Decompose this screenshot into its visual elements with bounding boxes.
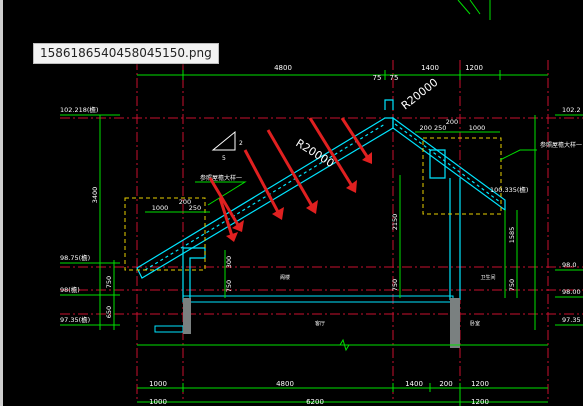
vdim-mid-b: 750 — [225, 280, 233, 292]
dim-bottom-1200: 1200 — [471, 380, 489, 388]
filename-tooltip: 1586186540458045150.png — [33, 43, 219, 64]
room-upper-right: 卫生间 — [480, 274, 495, 281]
note-left: 参照屋檐大样一 — [200, 174, 242, 182]
dim-bottom2-1200: 1200 — [471, 398, 489, 406]
level-left-3: 98(檐) — [60, 285, 80, 294]
dim-top-75b: 75 — [390, 74, 399, 82]
dim-right-sub-200-250: 200 250 — [420, 124, 447, 132]
dim-top-1200: 1200 — [465, 64, 483, 72]
dim-right-sub-1000: 1000 — [469, 124, 486, 132]
dim-bottom-1400: 1400 — [405, 380, 423, 388]
slope-rise: 2 — [239, 140, 243, 147]
note-right: 参照屋檐大样一 — [540, 141, 582, 149]
level-right-3: 98.00 — [562, 288, 581, 296]
dim-left-sub-1000: 1000 — [152, 204, 169, 212]
dim-bottom2-1000: 1000 — [149, 398, 167, 406]
vdim-left-a: 750 — [105, 276, 113, 288]
vdim-mid-a: 300 — [225, 256, 233, 268]
top-right-fragment — [457, 0, 491, 20]
dim-top-4800: 4800 — [274, 64, 292, 72]
top-dimension — [137, 70, 548, 80]
level-left-4: 97.35(檐) — [60, 315, 90, 324]
room-upper-left: 阁楼 — [280, 274, 290, 281]
level-left-2: 98.75(檐) — [60, 253, 90, 262]
vdim-center-b: 750 — [391, 279, 399, 291]
room-lower-mid: 客厅 — [315, 320, 325, 327]
slope-symbol — [211, 130, 236, 151]
dim-left-sub-250: 250 — [189, 204, 201, 212]
dim-bottom2-6200: 6200 — [306, 398, 324, 406]
room-lower-right: 卧室 — [470, 320, 480, 327]
vdim-left-total: 3400 — [91, 187, 99, 204]
cad-viewport[interactable]: 4800 75 75 1400 1200 1000 4800 1400 200 … — [0, 0, 583, 406]
dim-bottom-1000: 1000 — [149, 380, 167, 388]
slope-run: 5 — [222, 155, 226, 162]
level-marks-left — [60, 114, 120, 330]
level-right-4: 97.35 — [562, 316, 581, 324]
dim-bottom-4800: 4800 — [276, 380, 294, 388]
dim-top-75a: 75 — [373, 74, 382, 82]
vdim-center-a: 2150 — [391, 214, 399, 231]
slope-label-right: R20000 — [399, 76, 441, 112]
dim-top-1400: 1400 — [421, 64, 439, 72]
level-right-2: 98.0 — [562, 261, 576, 269]
vdim-left-b: 650 — [105, 306, 113, 318]
dim-bottom-200: 200 — [439, 380, 452, 388]
vdim-right-b: 750 — [508, 279, 516, 291]
level-right-1: 102.2 — [562, 106, 581, 114]
level-mid-right: 100.335(檐) — [490, 185, 528, 194]
vdim-right-a: 1585 — [508, 227, 516, 244]
slope-label-left: R20000 — [293, 137, 336, 171]
dim-right-sub-200: 200 — [446, 118, 458, 126]
level-left-1: 102.218(檐) — [60, 105, 98, 114]
window-left-edge — [0, 0, 3, 406]
break-mark — [335, 338, 354, 352]
